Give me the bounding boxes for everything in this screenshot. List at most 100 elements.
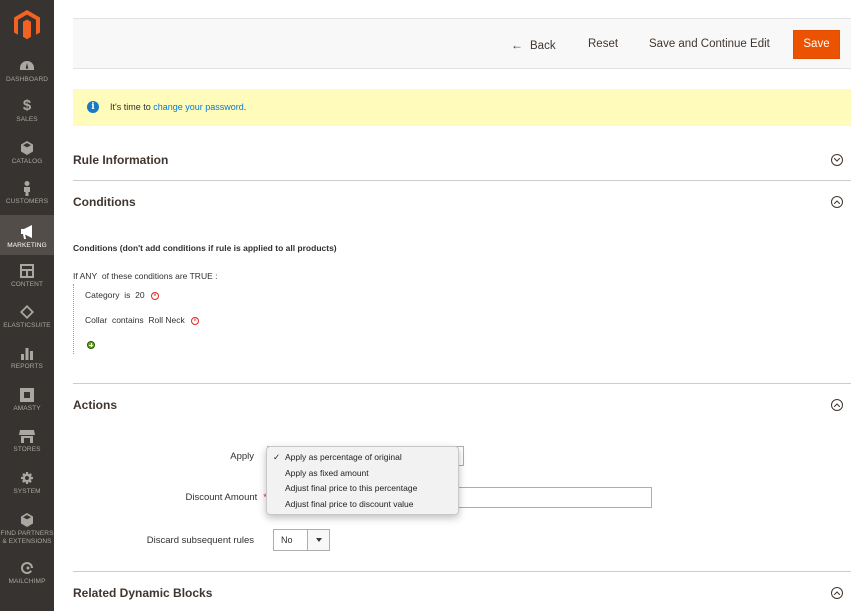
colon-text: : [215,271,218,281]
chevron-up-icon[interactable] [831,399,843,411]
condition-value[interactable]: 20 [135,290,144,300]
option-label: Adjust final price to this percentage [285,483,418,493]
sidebar-label: FIND PARTNERS & EXTENSIONS [0,530,54,545]
dropdown-option[interactable]: Adjust final price to discount value [267,497,458,513]
dollar-icon: $ [22,97,32,114]
partners-icon [0,512,54,528]
sidebar-item-stores[interactable]: STORES [0,428,54,458]
sidebar-label: MARKETING [7,242,47,249]
discount-amount-text: Discount Amount [185,492,258,503]
if-text: If [73,271,78,281]
gear-icon [0,470,54,486]
section-actions[interactable]: Actions [73,397,851,417]
select-value: No [281,535,293,545]
dropdown-option[interactable]: Apply as fixed amount [267,466,458,482]
section-title: Rule Information [73,153,169,167]
notice-suffix: . [243,102,247,112]
page-actions-bar: ← Back Reset Save and Continue Edit Save [73,18,851,69]
megaphone-icon [0,224,54,240]
divider [73,180,851,181]
sidebar-label: SYSTEM [13,488,41,495]
conditions-heading: Conditions (don't add conditions if rule… [73,243,337,253]
sidebar-label: SALES [16,116,38,123]
sidebar-item-marketing[interactable]: MARKETING [0,215,54,255]
back-button[interactable]: ← Back [511,38,556,52]
condition-value[interactable]: Roll Neck [148,315,184,325]
sidebar-label: CATALOG [11,158,43,165]
section-title: Conditions [73,195,136,209]
magento-logo-icon[interactable] [13,10,41,40]
aggregator-select[interactable]: ANY [80,271,97,281]
conditions-aggregator: If ANY of these conditions are TRUE : [73,271,218,281]
chevron-up-icon[interactable] [831,196,843,208]
dashboard-icon [0,58,54,74]
section-title: Related Dynamic Blocks [73,586,213,600]
person-icon [0,180,54,196]
discard-rules-label: Discard subsequent rules [146,535,254,546]
section-title: Actions [73,398,118,412]
condition-row: Collar contains Roll Neck × [85,315,200,325]
condition-operator[interactable]: contains [112,315,144,325]
section-related-dynamic-blocks[interactable]: Related Dynamic Blocks [73,585,851,605]
chevron-down-icon[interactable] [307,530,329,550]
option-label: Apply as percentage of original [285,452,402,462]
store-icon [0,428,54,444]
dropdown-option[interactable]: Adjust final price to this percentage [267,481,458,497]
discard-rules-select[interactable]: No [273,529,330,551]
elasticsuite-icon [0,304,54,320]
sidebar-item-sales[interactable]: $ SALES [0,98,54,128]
layout-icon [0,263,54,279]
apply-dropdown-menu: ✓ Apply as percentage of original Apply a… [266,446,459,515]
sidebar-label: CONTENT [10,281,44,288]
sidebar-item-mailchimp[interactable]: MAILCHIMP [0,560,54,590]
option-label: Adjust final price to discount value [285,498,414,509]
sidebar-item-content[interactable]: CONTENT [0,263,54,293]
sidebar-label: DASHBOARD [5,76,49,83]
section-rule-information[interactable]: Rule Information [73,152,851,172]
password-notice: i It's time to change your password. [73,89,851,126]
sidebar-item-dashboard[interactable]: DASHBOARD [0,58,54,88]
admin-sidebar: DASHBOARD $ SALES CATALOG CUSTOMERS MARK… [0,0,54,611]
add-condition-icon[interactable] [87,341,95,349]
condition-attribute: Collar [85,315,108,325]
sidebar-label: AMASTY [13,405,41,412]
discount-amount-label: Discount Amount* [140,492,267,503]
discount-amount-input[interactable] [450,487,652,508]
save-and-continue-button[interactable]: Save and Continue Edit [649,38,770,50]
checkmark-icon: ✓ [273,452,281,462]
sidebar-item-amasty[interactable]: AMASTY [0,387,54,417]
condition-row: Category is 20 × [85,290,159,300]
sidebar-item-find-partners[interactable]: FIND PARTNERS & EXTENSIONS [0,512,54,550]
sidebar-label: STORES [13,446,41,453]
sidebar-item-elasticsuite[interactable]: ELASTICSUITE [0,304,54,334]
mailchimp-icon [0,560,54,576]
chevron-down-icon[interactable] [831,154,843,166]
condition-tree-line [73,284,75,354]
dropdown-option[interactable]: ✓ Apply as percentage of original [267,450,458,466]
sidebar-item-system[interactable]: SYSTEM [0,470,54,500]
arrow-left-icon: ← [511,38,523,52]
value-select[interactable]: TRUE [190,271,213,281]
sidebar-item-reports[interactable]: REPORTS [0,345,54,375]
sidebar-item-catalog[interactable]: CATALOG [0,140,54,170]
amasty-icon [0,387,54,403]
save-button[interactable]: Save [793,30,840,59]
cube-icon [0,140,54,156]
of-these-text: of these conditions are [101,271,188,281]
change-password-link[interactable]: change your password [153,102,244,112]
remove-condition-icon[interactable]: × [191,316,200,325]
chevron-up-icon[interactable] [831,587,843,599]
sidebar-item-customers[interactable]: CUSTOMERS [0,180,54,210]
sidebar-label: ELASTICSUITE [3,322,51,329]
divider [73,383,851,384]
sidebar-label: CUSTOMERS [5,198,49,205]
back-label: Back [530,40,556,52]
notice-text: It's time to change your password. [110,102,246,112]
condition-attribute: Category [85,290,120,300]
condition-operator[interactable]: is [124,290,130,300]
remove-condition-icon[interactable]: × [150,291,159,300]
apply-label: Apply [230,451,254,462]
sidebar-label: REPORTS [10,363,43,370]
reset-button[interactable]: Reset [588,38,618,50]
section-conditions[interactable]: Conditions [73,194,851,214]
